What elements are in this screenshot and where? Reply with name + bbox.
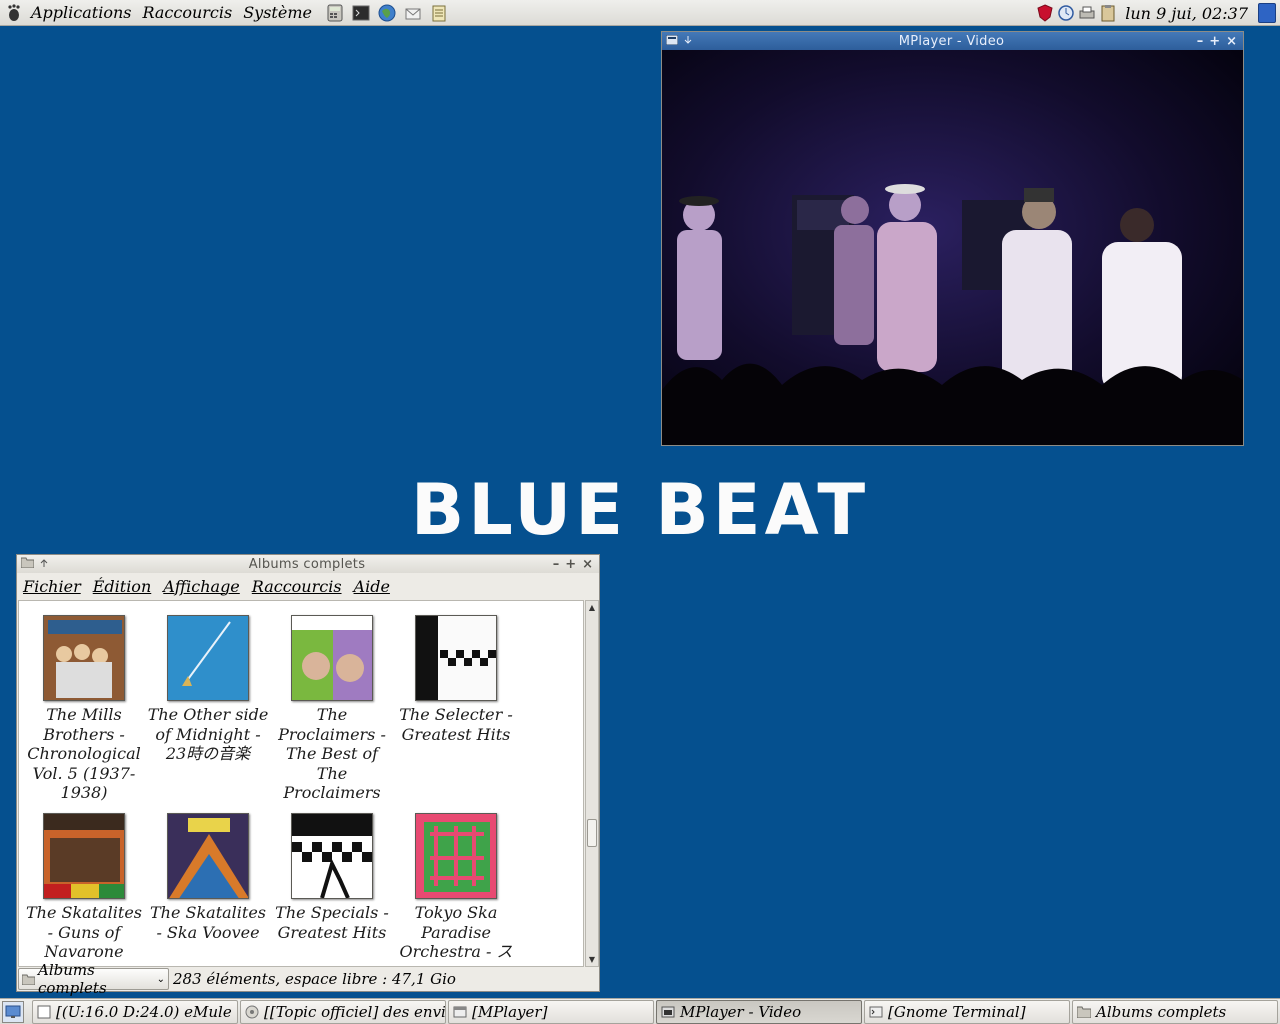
icon-view[interactable]: The Mills Brothers - Chronological Vol. … (18, 600, 584, 967)
menu-applications[interactable]: Applications (27, 3, 138, 22)
album-cover (167, 813, 249, 899)
task-mplayer[interactable]: [MPlayer] (448, 999, 654, 1024)
notification-area: lun 9 jui, 02:37 (1033, 0, 1280, 26)
album-item[interactable]: The Other side of Midnight - 23時の音楽 (145, 615, 271, 764)
album-label: The Specials - Greatest Hits (275, 903, 389, 942)
album-label: The Skatalites - Ska Voovee (149, 903, 267, 942)
menu-raccourcis[interactable]: Raccourcis (252, 577, 342, 596)
task-label: [[Topic officiel] des envi... (264, 1002, 446, 1021)
album-label: The Selecter - Greatest Hits (399, 705, 513, 744)
panel-clock[interactable]: lun 9 jui, 02:37 (1125, 4, 1248, 23)
album-cover (415, 813, 497, 899)
mail-icon[interactable] (403, 3, 423, 23)
file-manager-window: Albums complets – + × Fichier Édition Af… (16, 554, 600, 997)
task-mplayer-video[interactable]: MPlayer - Video (656, 999, 862, 1024)
location-combo[interactable]: Albums complets ⌄ (18, 961, 169, 997)
task-label: Albums complets (1096, 1002, 1227, 1021)
task-emule[interactable]: [(U:16.0 D:24.0) eMule ... (32, 999, 238, 1024)
clipboard-icon[interactable] (1099, 4, 1117, 22)
video-frame[interactable] (662, 50, 1243, 445)
file-manager-statusbar: Albums complets ⌄ 283 éléments, espace l… (17, 961, 599, 997)
task-albums[interactable]: Albums complets (1072, 999, 1278, 1024)
album-label: Tokyo Ska Paradise Orchestra - ス (399, 903, 513, 962)
menu-affichage[interactable]: Affichage (163, 577, 240, 596)
album-label: The Proclaimers - The Best of The Procla… (278, 705, 386, 803)
menu-fichier[interactable]: Fichier (23, 577, 81, 596)
gnome-foot-icon[interactable] (5, 3, 23, 22)
web-browser-icon[interactable] (377, 3, 397, 23)
shade-arrow-icon[interactable] (684, 34, 692, 49)
folder-icon (1077, 1005, 1091, 1019)
emule-icon (37, 1005, 51, 1019)
terminal-icon[interactable] (351, 3, 371, 23)
close-icon[interactable]: × (582, 557, 593, 572)
album-label: The Other side of Midnight - 23時の音楽 (147, 705, 269, 764)
menu-edition[interactable]: Édition (93, 577, 152, 596)
album-cover (167, 615, 249, 701)
bottom-panel: [(U:16.0 D:24.0) eMule ... [[Topic offic… (0, 998, 1280, 1024)
minimize-icon[interactable]: – (1197, 34, 1204, 49)
menu-systeme[interactable]: Système (239, 3, 319, 22)
album-cover (43, 813, 125, 899)
menu-raccourcis[interactable]: Raccourcis (138, 3, 239, 22)
album-item[interactable]: The Proclaimers - The Best of The Procla… (269, 615, 395, 803)
task-terminal[interactable]: [Gnome Terminal] (864, 999, 1070, 1024)
folder-icon[interactable] (20, 557, 35, 572)
album-label: The Mills Brothers - Chronological Vol. … (27, 705, 141, 803)
close-icon[interactable]: × (1226, 34, 1237, 49)
shield-icon[interactable] (1036, 4, 1054, 22)
maximize-icon[interactable]: + (565, 557, 576, 572)
printer-icon[interactable] (1078, 4, 1096, 22)
minimize-icon[interactable]: – (553, 557, 560, 572)
file-manager-title: Albums complets (248, 556, 366, 572)
status-text: 283 éléments, espace libre : 47,1 Gio (173, 970, 456, 988)
notes-icon[interactable] (429, 3, 449, 23)
folder-icon (22, 974, 35, 985)
task-browser[interactable]: [[Topic officiel] des envi... (240, 999, 446, 1024)
menu-aide[interactable]: Aide (354, 577, 390, 596)
terminal-icon (869, 1005, 883, 1019)
mplayer-title: MPlayer - Video (898, 33, 1005, 49)
album-label: The Skatalites - Guns of Navarone (25, 903, 143, 962)
video-icon (661, 1005, 675, 1019)
scroll-down-arrow-icon[interactable]: ▼ (586, 953, 598, 966)
window-icon (453, 1005, 467, 1019)
shade-arrow-icon[interactable] (40, 557, 48, 572)
task-label: [(U:16.0 D:24.0) eMule ... (56, 1002, 238, 1021)
mplayer-window: MPlayer - Video – + × (661, 31, 1244, 446)
album-cover (291, 813, 373, 899)
scroll-thumb[interactable] (587, 819, 597, 847)
clock-applet-icon[interactable] (1057, 4, 1075, 22)
album-item[interactable]: The Skatalites - Guns of Navarone (21, 813, 147, 962)
task-label: [MPlayer] (472, 1002, 548, 1021)
browser-icon (245, 1005, 259, 1019)
album-item[interactable]: Tokyo Ska Paradise Orchestra - ス (393, 813, 519, 962)
file-manager-titlebar[interactable]: Albums complets – + × (17, 555, 599, 573)
album-cover (415, 615, 497, 701)
task-label: MPlayer - Video (680, 1002, 802, 1021)
chevron-down-icon: ⌄ (156, 973, 165, 985)
vertical-scrollbar[interactable]: ▲ ▼ (585, 600, 599, 967)
workspace-switcher[interactable] (1258, 3, 1276, 23)
album-item[interactable]: The Selecter - Greatest Hits (393, 615, 519, 744)
file-manager-menubar: Fichier Édition Affichage Raccourcis Aid… (17, 573, 599, 599)
window-menu-icon[interactable] (665, 34, 679, 49)
scroll-up-arrow-icon[interactable]: ▲ (586, 601, 598, 614)
album-item[interactable]: The Skatalites - Ska Voovee (145, 813, 271, 942)
launcher-group (325, 3, 449, 23)
show-desktop-button[interactable] (2, 1000, 24, 1023)
album-item[interactable]: The Specials - Greatest Hits (269, 813, 395, 942)
calculator-icon[interactable] (325, 3, 345, 23)
album-cover (43, 615, 125, 701)
album-cover (291, 615, 373, 701)
top-panel: Applications Raccourcis Système lun 9 ju… (0, 0, 1280, 26)
maximize-icon[interactable]: + (1209, 34, 1220, 49)
mplayer-titlebar[interactable]: MPlayer - Video – + × (662, 32, 1243, 50)
wallpaper-title: BLUE BEAT (410, 469, 870, 551)
task-label: [Gnome Terminal] (888, 1002, 1026, 1021)
location-label: Albums complets (38, 961, 107, 997)
album-item[interactable]: The Mills Brothers - Chronological Vol. … (21, 615, 147, 803)
